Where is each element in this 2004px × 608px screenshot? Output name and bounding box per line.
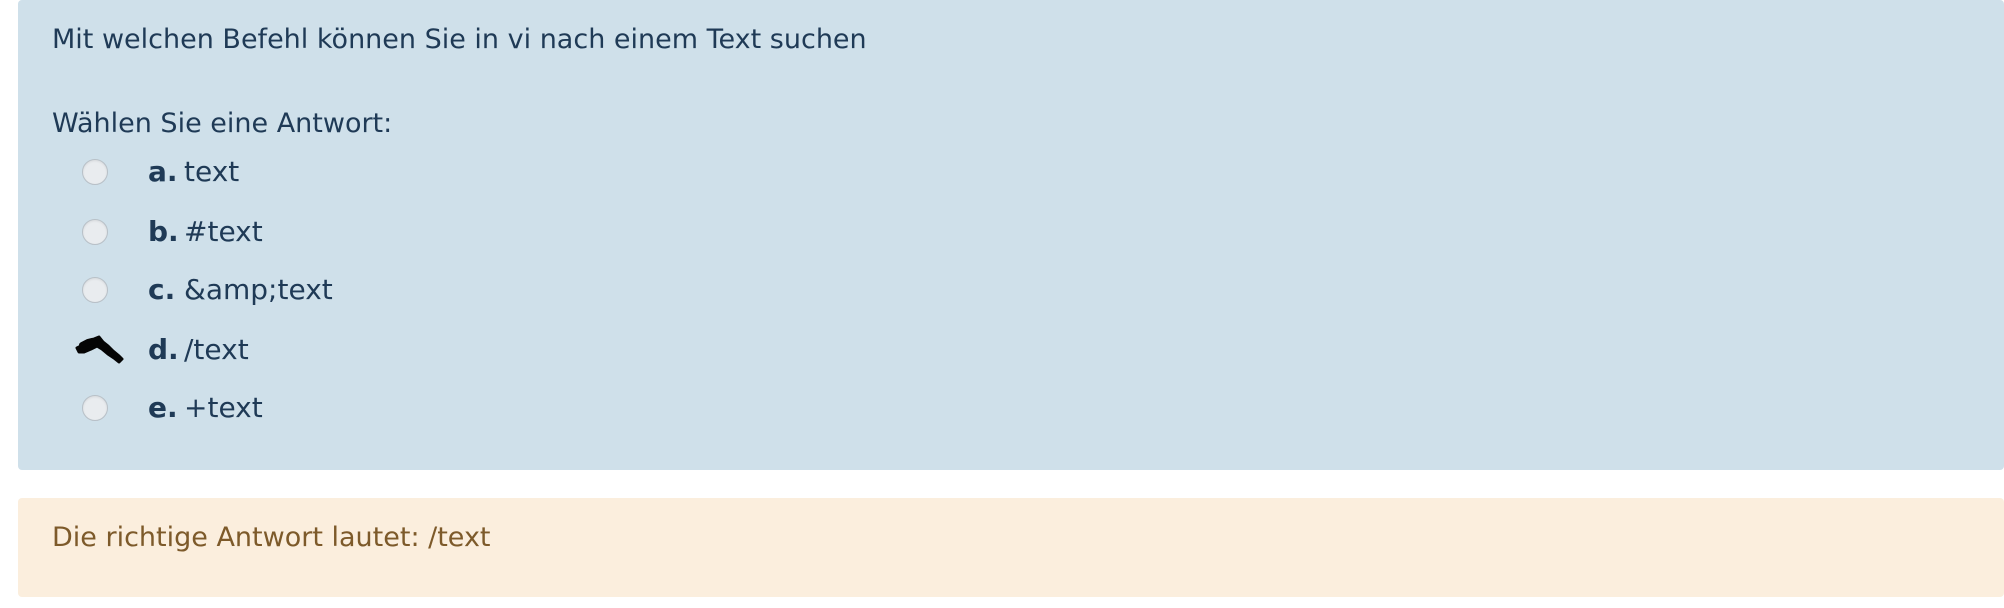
answer-option-d[interactable]: d. /text	[60, 328, 760, 372]
answer-list: a. text b. #text c. &amp;text d. /text e…	[18, 0, 2004, 470]
option-text: /text	[184, 333, 249, 366]
feedback-panel: Die richtige Antwort lautet: /text	[18, 498, 2004, 597]
radio-button[interactable]	[82, 159, 108, 185]
answer-option-a[interactable]: a. text	[60, 150, 760, 194]
correct-answer-feedback: Die richtige Antwort lautet: /text	[52, 522, 491, 553]
option-text: #text	[184, 215, 263, 248]
selection-checkmark-icon	[74, 328, 126, 372]
radio-button[interactable]	[82, 219, 108, 245]
option-letter: b.	[148, 215, 179, 248]
option-text: +text	[184, 391, 263, 424]
question-panel: Mit welchen Befehl können Sie in vi nach…	[18, 0, 2004, 470]
option-letter: e.	[148, 391, 178, 424]
answer-option-e[interactable]: e. +text	[60, 386, 760, 430]
radio-button[interactable]	[82, 395, 108, 421]
answer-option-b[interactable]: b. #text	[60, 210, 760, 254]
option-text: text	[184, 155, 240, 188]
option-letter: c.	[148, 273, 176, 306]
answer-option-c[interactable]: c. &amp;text	[60, 268, 760, 312]
radio-button[interactable]	[82, 277, 108, 303]
option-letter: a.	[148, 155, 178, 188]
option-letter: d.	[148, 333, 179, 366]
option-text: &amp;text	[184, 273, 333, 306]
